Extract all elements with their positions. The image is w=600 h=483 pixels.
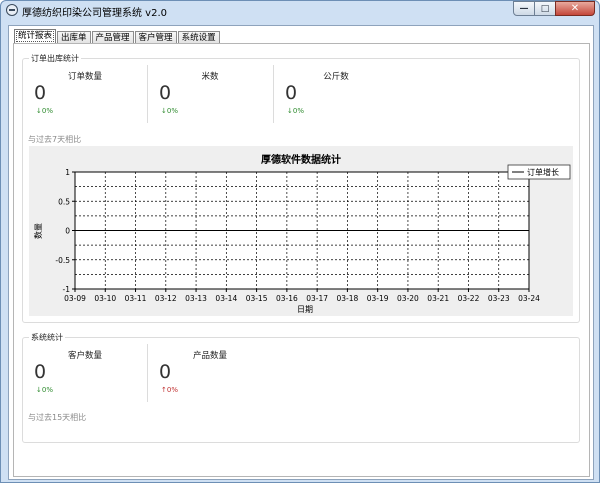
compare-note-7days: 与过去7天相比	[28, 135, 82, 144]
close-icon: ✕	[570, 3, 580, 14]
stat-change: ↓0%	[36, 107, 53, 115]
chart-legend: 订单增长	[507, 164, 571, 180]
x-tick-label: 03-19	[367, 294, 389, 303]
x-tick-label: 03-17	[306, 294, 328, 303]
stat-value: 0	[159, 82, 172, 104]
stat-change: ↓0%	[36, 386, 53, 394]
stat-customer-count: 客户数量 0 ↓0%	[25, 341, 145, 401]
x-tick-label: 03-22	[458, 294, 480, 303]
x-tick-label: 03-16	[276, 294, 298, 303]
stat-label: 米数	[201, 72, 219, 82]
stat-divider	[273, 65, 274, 123]
chart-svg: 厚德软件数据统计 数量 日期 1 0.5 0 -0.5 -103-09 03-10 03-1…	[33, 153, 571, 314]
statistics-chart: 厚德软件数据统计 数量 日期 1 0.5 0 -0.5 -1 03-09 03-10 03-1…	[29, 146, 573, 316]
title-bar[interactable]: 厚德纺织印染公司管理系统 v2.0 — □ ✕	[1, 1, 599, 20]
client-area: 统计报表 出库单 产品管理 客户管理 系统设置 订单出库统计 订单数量 0 ↓0…	[8, 25, 594, 480]
tab-strip: 统计报表 出库单 产品管理 客户管理 系统设置	[14, 29, 221, 44]
chart-y-axis-label: 数量	[33, 223, 43, 239]
app-window: 厚德纺织印染公司管理系统 v2.0 — □ ✕ 统计报表 出库单 产品管理 客户…	[0, 0, 600, 483]
chart-title: 厚德软件数据统计	[261, 153, 341, 166]
stat-label: 订单数量	[67, 72, 102, 82]
statistics-tab-page: 订单出库统计 订单数量 0 ↓0% 米数 0 ↓0% 公斤数 0 ↓0% 与过去…	[13, 43, 590, 477]
maximize-button[interactable]: □	[534, 1, 556, 16]
x-tick-label: 03-15	[246, 294, 268, 303]
y-tick-label: -0.5	[55, 256, 70, 265]
chart-x-axis-label: 日期	[297, 305, 313, 314]
stat-order-count: 订单数量 0 ↓0%	[25, 62, 145, 122]
y-tick-label: 0	[65, 227, 70, 236]
x-tick-label: 03-13	[185, 294, 207, 303]
x-tick-label: 03-09	[64, 294, 86, 303]
legend-item-label: 订单增长	[527, 167, 559, 177]
stat-label: 产品数量	[192, 351, 227, 361]
compare-note-15days: 与过去15天相比	[28, 413, 87, 422]
x-tick-label: 03-23	[488, 294, 510, 303]
x-tick-label: 03-11	[125, 294, 147, 303]
x-tick-label: 03-21	[427, 294, 449, 303]
stat-product-count: 产品数量 0 ↑0%	[150, 341, 270, 401]
stat-meters: 米数 0 ↓0%	[150, 62, 270, 122]
x-tick-label: 03-18	[337, 294, 359, 303]
minimize-button[interactable]: —	[513, 1, 535, 16]
y-tick-label: -1	[63, 285, 71, 294]
stat-change: ↓0%	[161, 107, 178, 115]
x-tick-label: 03-20	[397, 294, 419, 303]
stat-change: ↑0%	[161, 386, 178, 394]
y-tick-label: 0.5	[58, 197, 70, 206]
maximize-icon: □	[540, 3, 550, 14]
x-tick-label: 03-14	[215, 294, 237, 303]
stat-divider	[147, 65, 148, 123]
stat-value: 0	[159, 361, 172, 383]
stat-label: 公斤数	[323, 72, 349, 82]
window-controls: — □ ✕	[513, 1, 595, 18]
stat-kilograms: 公斤数 0 ↓0%	[276, 62, 396, 122]
x-tick-label: 03-24	[518, 294, 540, 303]
stat-label: 客户数量	[67, 351, 102, 361]
tab-statistics[interactable]: 统计报表	[14, 29, 57, 44]
stat-divider	[147, 344, 148, 402]
minimize-icon: —	[519, 3, 529, 14]
stat-value: 0	[34, 361, 47, 383]
window-title: 厚德纺织印染公司管理系统 v2.0	[22, 8, 167, 19]
stat-value: 0	[285, 82, 298, 104]
system-stats-group: 系统统计 客户数量 0 ↓0% 产品数量 0 ↑0% 与过去15天相比	[22, 332, 580, 443]
order-stats-group: 订单出库统计 订单数量 0 ↓0% 米数 0 ↓0% 公斤数 0 ↓0% 与过去…	[22, 53, 580, 323]
stat-value: 0	[34, 82, 47, 104]
stat-change: ↓0%	[287, 107, 304, 115]
x-tick-label: 03-10	[94, 294, 116, 303]
close-button[interactable]: ✕	[555, 1, 595, 16]
app-icon	[6, 4, 18, 16]
y-tick-label: 1	[65, 168, 70, 177]
x-tick-label: 03-12	[155, 294, 177, 303]
